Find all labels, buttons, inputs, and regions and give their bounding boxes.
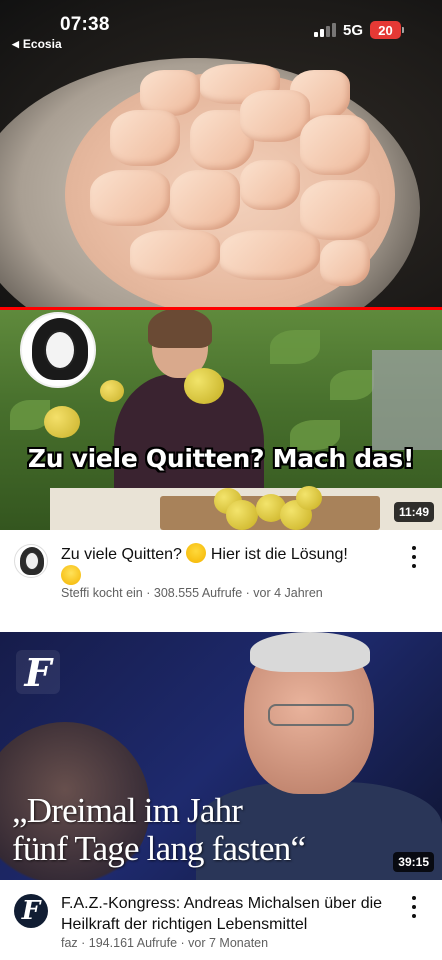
- channel-logo-overlay: [20, 312, 96, 388]
- video-thumbnail-faz[interactable]: F „Dreimal im Jahr fünf Tage lang fasten…: [0, 632, 442, 880]
- video-title[interactable]: F.A.Z.-Kongress: Andreas Michalsen über …: [61, 893, 386, 935]
- thumbnail-caption: „Dreimal im Jahr fünf Tage lang fasten“: [12, 791, 306, 868]
- battery-tip: [402, 27, 404, 33]
- video-info-row[interactable]: F F.A.Z.-Kongress: Andreas Michalsen übe…: [0, 880, 442, 960]
- back-to-app-link[interactable]: ◀ Ecosia: [12, 37, 62, 51]
- thumbnail-caption: Zu viele Quitten? Mach das!: [27, 444, 415, 473]
- video-info-row[interactable]: Zu viele Quitten? Hier ist die Lösung! S…: [0, 530, 442, 630]
- channel-avatar[interactable]: [14, 544, 48, 578]
- smile-emoji-icon: [61, 565, 81, 585]
- scream-emoji-icon: [186, 543, 207, 563]
- channel-avatar[interactable]: F: [14, 894, 48, 928]
- clock-time: 07:38: [60, 14, 110, 35]
- back-app-label: Ecosia: [22, 37, 62, 51]
- battery-icon: 20: [370, 21, 401, 39]
- video-meta: faz · 194.161 Aufrufe · vor 7 Monaten: [61, 936, 269, 950]
- cellular-signal-icon: [314, 23, 336, 37]
- faz-logo-icon: F: [16, 650, 60, 695]
- video-title-part-1: Zu viele Quitten?: [61, 546, 182, 563]
- status-bar: 07:38 ◀ Ecosia 5G 20: [0, 0, 442, 62]
- more-options-button[interactable]: [406, 896, 422, 918]
- video-meta: Steffi kocht ein · 308.555 Aufrufe · vor…: [61, 586, 323, 600]
- video-title-part-2: Hier ist die Lösung!: [210, 546, 348, 563]
- battery-level: 20: [378, 22, 393, 38]
- video-duration-badge: 39:15: [393, 852, 434, 872]
- video-thumbnail-quitten[interactable]: Zu viele Quitten? Mach das! 11:49: [0, 310, 442, 530]
- video-duration-badge: 11:49: [393, 502, 434, 522]
- back-arrow-icon: ◀: [12, 38, 19, 49]
- network-type: 5G: [343, 22, 364, 39]
- video-title[interactable]: Zu viele Quitten? Hier ist die Lösung!: [61, 543, 386, 587]
- more-options-button[interactable]: [406, 546, 422, 568]
